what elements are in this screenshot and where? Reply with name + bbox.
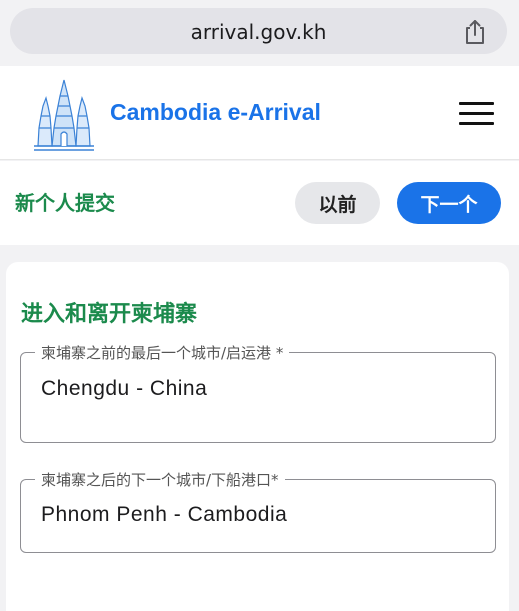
page-title: 新个人提交 [15, 191, 115, 215]
field-value[interactable]: Chengdu - China [41, 377, 207, 401]
field-label: 柬埔寨之后的下一个城市/下船港口* [35, 469, 285, 490]
last-city-before-cambodia-field[interactable]: 柬埔寨之前的最后一个城市/启运港 * Chengdu - China [20, 342, 496, 443]
app-header: Cambodia e-Arrival [0, 66, 519, 160]
hamburger-menu-icon[interactable] [459, 102, 494, 126]
section-title: 进入和离开柬埔寨 [21, 302, 198, 327]
form-card: 进入和离开柬埔寨 柬埔寨之前的最后一个城市/启运港 * Chengdu - Ch… [6, 262, 509, 611]
field-label: 柬埔寨之前的最后一个城市/启运港 * [35, 342, 290, 363]
browser-toolbar: arrival.gov.kh [0, 0, 519, 66]
address-bar[interactable]: arrival.gov.kh [10, 8, 507, 54]
field-value[interactable]: Phnom Penh - Cambodia [41, 503, 287, 527]
url-text[interactable]: arrival.gov.kh [10, 20, 507, 44]
angkor-temple-logo [34, 79, 94, 151]
previous-button[interactable]: 以前 [295, 182, 380, 224]
brand-title[interactable]: Cambodia e-Arrival [110, 99, 321, 126]
action-bar: 新个人提交 以前 下一个 [0, 161, 519, 245]
next-city-after-cambodia-field[interactable]: 柬埔寨之后的下一个城市/下船港口* Phnom Penh - Cambodia [20, 469, 496, 553]
next-button[interactable]: 下一个 [397, 182, 501, 224]
share-icon[interactable] [463, 19, 487, 45]
